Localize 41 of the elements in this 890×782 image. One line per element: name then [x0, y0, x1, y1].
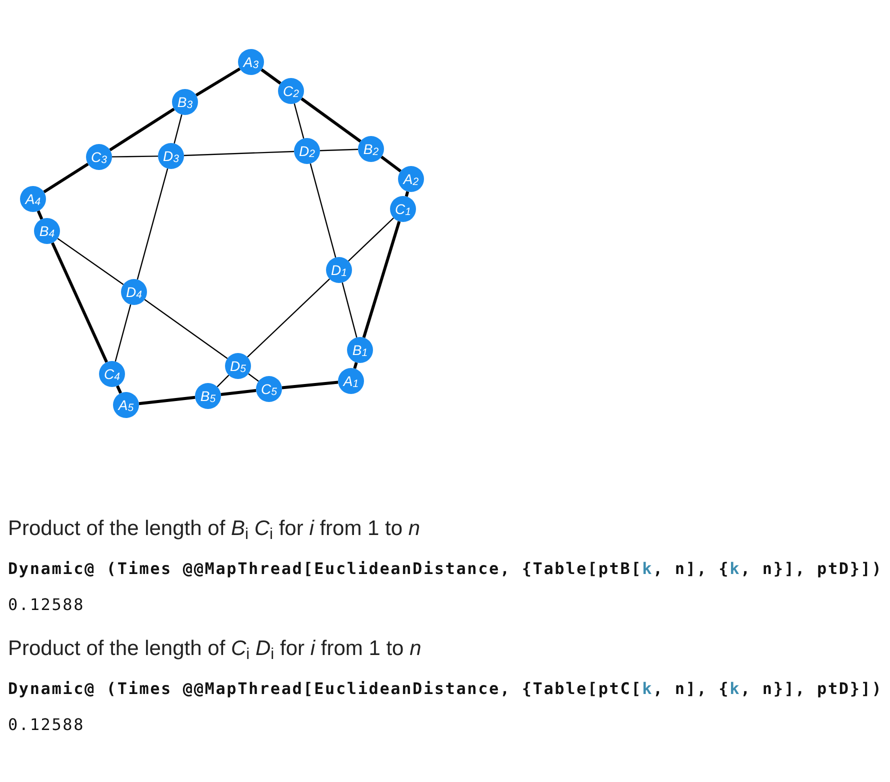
code-text: Dynamic@ (Times @@MapThread[EuclideanDistance, {Table[ptB[k, n], {k, n}], ptD}])	[8, 559, 883, 579]
graph-vertex: B$_{1}$	[347, 337, 373, 363]
edge-line	[380, 156, 402, 172]
graph-vertex: C$_{4}$	[99, 361, 125, 387]
graph-vertex: A$_{5}$	[113, 392, 139, 418]
graph-vertex: C$_{5}$	[256, 376, 282, 402]
graph-vertex: B$_{5}$	[195, 383, 221, 409]
edge-line	[114, 304, 132, 362]
graph-vertex: B$_{2}$	[358, 136, 384, 162]
graph-vertex: A$_{1}$	[338, 368, 364, 394]
edge-line	[282, 380, 338, 390]
code-text: Dynamic@ (Times @@MapThread[EuclideanDistance, {Table[ptC[k, n], {k, n}], ptD}])	[8, 679, 883, 699]
text-heading: Product of the length of C$_{i}$ D$_{i}$ for i from 1 to n	[8, 637, 422, 661]
edge-line	[116, 385, 122, 394]
output-text: 0.12588	[8, 715, 85, 735]
edge-line	[112, 156, 158, 158]
graph-vertex: D$_{5}$	[225, 353, 251, 379]
output-text: 0.12588	[8, 595, 85, 615]
graph-vertex: D$_{4}$	[121, 279, 147, 305]
graph-vertex: D$_{3}$	[158, 143, 184, 169]
graph-vertex: A$_{4}$	[20, 186, 46, 212]
graph-vertex: C$_{3}$	[86, 144, 112, 170]
edge-line	[195, 67, 241, 97]
edge-line	[342, 282, 358, 338]
graph-vertex: B$_{3}$	[172, 89, 198, 115]
graph-vertex: A$_{3}$	[238, 49, 264, 75]
edge-line	[36, 210, 44, 220]
graph-vertex: A$_{2}$	[398, 166, 424, 192]
graph-vertex: B$_{4}$	[34, 218, 60, 244]
graph-vertex: C$_{2}$	[278, 78, 304, 104]
graph-vertex: C$_{1}$	[390, 196, 416, 222]
text-heading: Product of the length of B$_{i}$ C$_{i}$ for i from 1 to n	[8, 517, 420, 541]
edge-line	[353, 362, 358, 369]
edge-line	[404, 191, 410, 197]
edge-line	[320, 148, 358, 152]
edge-line	[260, 68, 282, 85]
edge-line	[138, 396, 196, 406]
edge-line	[43, 162, 89, 194]
graph-vertex: D$_{1}$	[326, 257, 352, 283]
graph-vertex: D$_{2}$	[294, 138, 320, 164]
edge-line	[248, 373, 259, 382]
